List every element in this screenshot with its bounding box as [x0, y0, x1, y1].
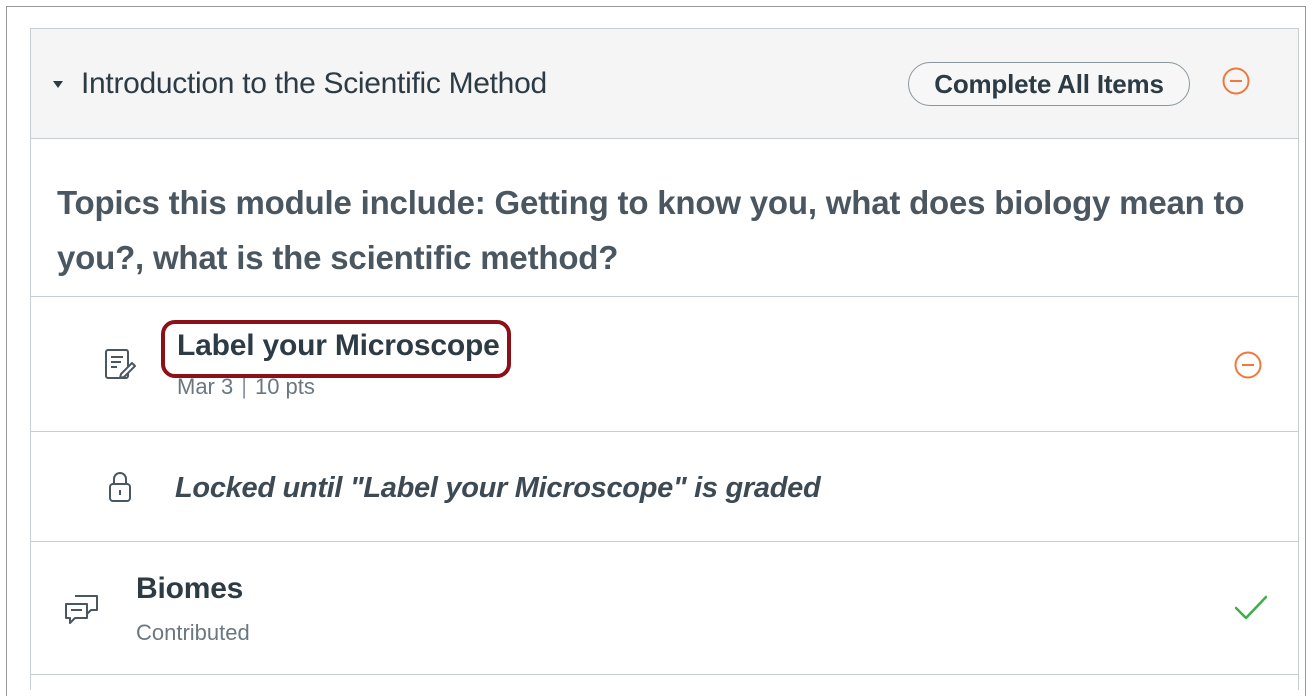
lock-message: Locked until "Label your Microscope" is … — [175, 472, 821, 504]
module-item-locked: Locked until "Label your Microscope" is … — [31, 432, 1298, 542]
module-item-assignment[interactable]: Label your Microscope Mar 3 | 10 pts — [31, 297, 1298, 432]
checkmark-icon — [1234, 595, 1268, 620]
title-highlight-annotation — [161, 320, 511, 378]
module-overview: Topics this module include: Getting to k… — [31, 139, 1298, 297]
discussion-title-link[interactable]: Biomes — [136, 572, 243, 606]
assignment-meta: Mar 3 | 10 pts — [177, 374, 315, 400]
module-title[interactable]: Introduction to the Scientific Method — [81, 67, 547, 101]
discussion-status: Contributed — [136, 620, 250, 645]
module-card: Introduction to the Scientific Method Co… — [30, 28, 1299, 690]
meta-separator: | — [241, 374, 247, 399]
requirement-pill: Complete All Items — [908, 62, 1190, 106]
discussion-icon — [65, 595, 98, 624]
module-item-discussion[interactable]: Biomes Contributed — [31, 542, 1298, 675]
module-header[interactable]: Introduction to the Scientific Method Co… — [31, 29, 1298, 139]
caret-down-icon[interactable] — [53, 81, 63, 88]
lock-icon — [109, 472, 131, 502]
minus-circle-icon — [1222, 67, 1250, 95]
due-date: Mar 3 — [177, 374, 234, 399]
assignment-icon — [105, 349, 136, 379]
points: 10 pts — [254, 374, 315, 399]
minus-circle-icon — [1234, 351, 1262, 379]
